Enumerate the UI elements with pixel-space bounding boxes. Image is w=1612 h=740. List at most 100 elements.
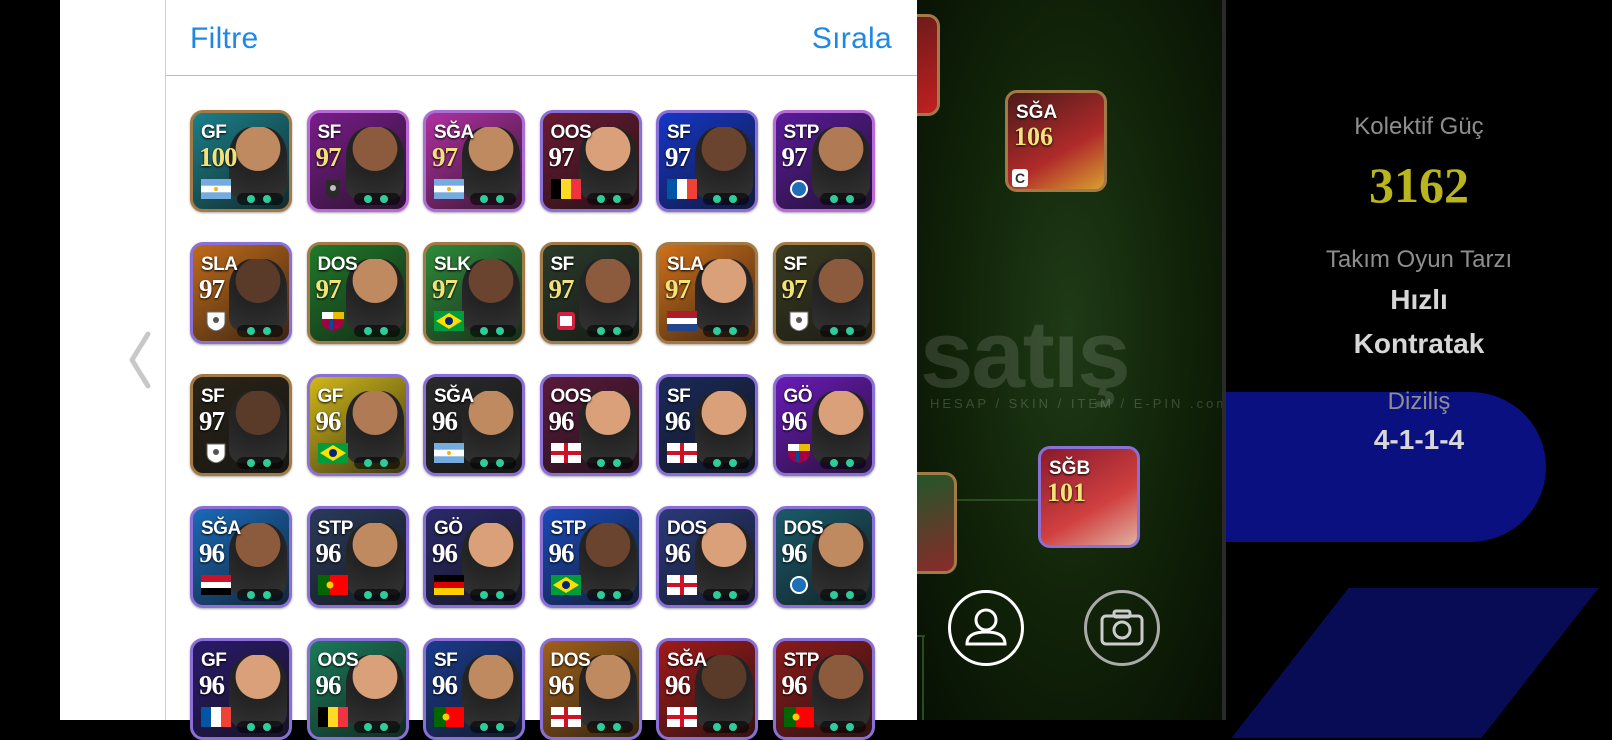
- nation-flag-icon: [783, 707, 814, 727]
- card-skill-indicator: [353, 457, 400, 469]
- filter-button[interactable]: Filtre: [190, 22, 258, 56]
- pitch-card-sgb[interactable]: SĞB 101: [1038, 446, 1140, 548]
- player-card[interactable]: DOS 96: [656, 506, 758, 608]
- card-skill-indicator: [819, 325, 866, 337]
- card-rating: 96: [432, 538, 458, 568]
- card-skill-indicator: [470, 457, 516, 469]
- card-rating: 96: [432, 406, 458, 436]
- nation-flag-icon: [667, 443, 697, 463]
- nation-flag-icon: [318, 311, 348, 331]
- formation-label: Diziliş: [1387, 388, 1451, 415]
- player-card[interactable]: GF 96: [306, 374, 409, 476]
- player-portrait: [462, 523, 520, 595]
- card-skill-indicator: [353, 325, 400, 337]
- card-rating: 96: [432, 670, 458, 700]
- camera-icon: [1100, 609, 1144, 646]
- sort-button[interactable]: Sırala: [812, 22, 892, 56]
- player-card[interactable]: SF 97: [306, 110, 409, 212]
- card-rating: 96: [781, 406, 808, 436]
- player-card[interactable]: SF 96: [656, 374, 758, 476]
- nation-flag-icon: [434, 575, 464, 595]
- formation-value: 4-1-1-4: [1373, 424, 1465, 455]
- player-card[interactable]: DOS 96: [772, 506, 875, 608]
- card-rating: 97: [665, 142, 691, 172]
- nation-flag-icon: [784, 179, 814, 199]
- player-card[interactable]: STP 96: [306, 506, 409, 608]
- watermark-logo: satış: [920, 301, 1131, 408]
- card-rating: 96: [199, 670, 225, 700]
- player-card[interactable]: SLA 97: [656, 242, 758, 344]
- card-position: STP: [783, 650, 820, 671]
- player-card[interactable]: SLK 97: [423, 242, 525, 344]
- player-card[interactable]: SF 97: [656, 110, 758, 212]
- card-skill-indicator: [470, 721, 516, 733]
- player-card[interactable]: OOS 96: [306, 638, 409, 740]
- player-card[interactable]: DOS 97: [306, 242, 409, 344]
- player-portrait: [578, 523, 637, 595]
- nation-flag-icon: [201, 311, 231, 332]
- card-position: GÖ: [783, 386, 813, 407]
- player-card[interactable]: SĞA 96: [423, 374, 525, 476]
- card-skill-indicator: [819, 457, 866, 469]
- nation-flag-icon: [784, 311, 814, 332]
- card-rating: 96: [548, 406, 575, 436]
- card-skill-indicator: [586, 325, 633, 337]
- pitch-card-rating: 106: [1014, 122, 1053, 151]
- card-rating: 100: [199, 142, 237, 172]
- player-card[interactable]: SF 96: [423, 638, 525, 740]
- nation-flag-icon: [784, 575, 814, 595]
- pitch-card-sga[interactable]: SĞA 106 C: [1005, 90, 1107, 192]
- player-card[interactable]: SĞA 97: [423, 110, 525, 212]
- card-position: GF: [201, 122, 227, 143]
- card-skill-indicator: [586, 457, 633, 469]
- player-card[interactable]: SĞA 96: [190, 506, 292, 608]
- player-card[interactable]: SF 97: [772, 242, 875, 344]
- nation-flag-icon: [784, 443, 814, 463]
- player-card[interactable]: SĞA 96: [656, 638, 758, 740]
- chevron-left-icon[interactable]: [126, 330, 154, 390]
- camera-button[interactable]: [1084, 590, 1160, 666]
- card-rating: 97: [199, 274, 225, 304]
- player-card[interactable]: OOS 97: [539, 110, 642, 212]
- profile-button[interactable]: [948, 590, 1024, 666]
- card-skill-indicator: [703, 457, 749, 469]
- card-skill-indicator: [237, 457, 283, 469]
- nation-flag-icon: [317, 575, 348, 595]
- card-position: SF: [667, 122, 691, 143]
- card-position: STP: [783, 122, 820, 143]
- pitch-card-rating: 101: [1047, 478, 1086, 507]
- nation-flag-icon: [550, 707, 581, 727]
- player-card[interactable]: DOS 96: [539, 638, 642, 740]
- player-card[interactable]: SLA 97: [190, 242, 292, 344]
- player-card[interactable]: GÖ 96: [772, 374, 875, 476]
- player-card[interactable]: SF 97: [539, 242, 642, 344]
- card-position: SLK: [434, 254, 471, 275]
- player-card[interactable]: GF 96: [190, 638, 292, 740]
- panel-divider-horizontal: [166, 75, 917, 76]
- player-card[interactable]: GF 100: [190, 110, 292, 212]
- card-rating: 96: [315, 538, 342, 568]
- nation-flag-icon: [201, 443, 231, 464]
- player-card[interactable]: STP 96: [772, 638, 875, 740]
- card-skill-indicator: [703, 193, 749, 205]
- player-portrait: [229, 655, 287, 727]
- player-card[interactable]: OOS 96: [539, 374, 642, 476]
- nation-flag-icon: [550, 179, 581, 199]
- card-skill-indicator: [819, 193, 866, 205]
- card-position: DOS: [550, 650, 591, 671]
- player-card[interactable]: STP 96: [539, 506, 642, 608]
- card-rating: 96: [665, 670, 691, 700]
- card-position: SLA: [667, 254, 704, 275]
- card-rating: 96: [548, 538, 575, 568]
- card-rating: 96: [548, 670, 575, 700]
- card-rating: 97: [432, 274, 458, 304]
- card-position: SF: [550, 254, 575, 275]
- card-position: SĞA: [434, 386, 474, 407]
- player-portrait: [811, 655, 870, 727]
- player-card[interactable]: STP 97: [772, 110, 875, 212]
- card-position: OOS: [550, 386, 592, 407]
- card-position: SĞA: [201, 518, 241, 539]
- player-card[interactable]: SF 97: [190, 374, 292, 476]
- player-card[interactable]: GÖ 96: [423, 506, 525, 608]
- panel-divider-vertical: [165, 0, 166, 720]
